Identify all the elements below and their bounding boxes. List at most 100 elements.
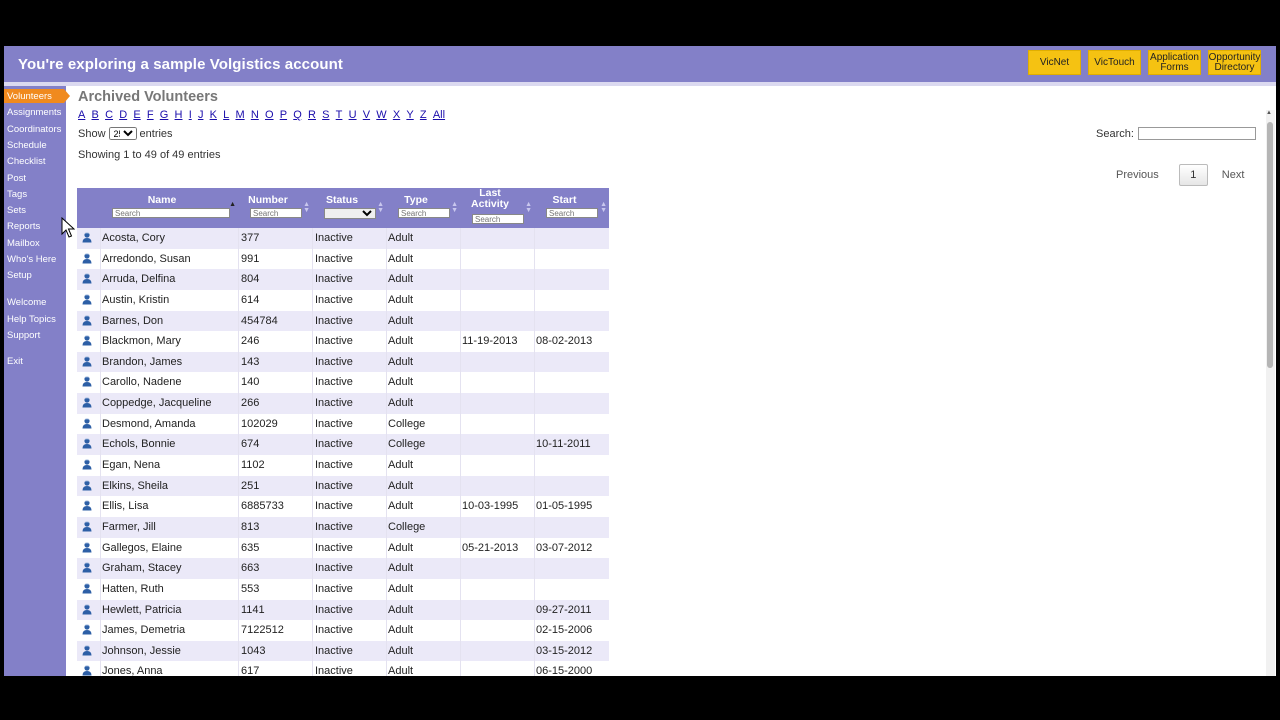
- previous-button[interactable]: Previous: [1116, 169, 1159, 181]
- volunteer-icon[interactable]: [82, 603, 92, 615]
- sidebar-item-coordinators[interactable]: Coordinators: [7, 124, 61, 135]
- alpha-link-d[interactable]: D: [119, 109, 127, 121]
- table-row[interactable]: Echols, Bonnie 674 Inactive College 10-11-20…: [77, 434, 609, 456]
- alpha-link-p[interactable]: P: [280, 109, 287, 121]
- table-row[interactable]: Brandon, James 143 Inactive Adult: [77, 351, 609, 373]
- alpha-link-e[interactable]: E: [133, 109, 140, 121]
- column-type[interactable]: Type ▲▼: [386, 188, 460, 228]
- table-row[interactable]: Hewlett, Patricia 1141 Inactive Adult 09-27-…: [77, 599, 609, 621]
- alpha-link-y[interactable]: Y: [406, 109, 413, 121]
- alpha-link-w[interactable]: W: [376, 109, 386, 121]
- alpha-link-h[interactable]: H: [175, 109, 183, 121]
- sidebar-item-setup[interactable]: Setup: [7, 270, 32, 281]
- volunteer-icon[interactable]: [82, 438, 92, 449]
- table-row[interactable]: Gallegos, Elaine 635 Inactive Adult 05-21-20…: [77, 537, 609, 559]
- scroll-up-icon[interactable]: ▲: [1266, 110, 1272, 116]
- vicnet-button[interactable]: VicNet: [1028, 50, 1081, 75]
- alpha-link-g[interactable]: G: [160, 109, 169, 121]
- column-status[interactable]: Status ▲ ▼: [312, 188, 386, 228]
- alpha-link-x[interactable]: X: [393, 109, 400, 121]
- volunteer-icon[interactable]: [82, 335, 92, 346]
- table-row[interactable]: Arredondo, Susan 991 Inactive Adult: [77, 248, 609, 270]
- alpha-link-s[interactable]: S: [322, 109, 329, 121]
- volunteer-icon[interactable]: [82, 665, 92, 676]
- sidebar-item-reports[interactable]: Reports: [7, 221, 40, 232]
- table-row[interactable]: Arruda, Delfina 804 Inactive Adult: [77, 269, 609, 290]
- sidebar-item-welcome[interactable]: Welcome: [7, 297, 46, 308]
- alpha-link-t[interactable]: T: [336, 109, 343, 121]
- table-row[interactable]: Austin, Kristin 614 Inactive Adult: [77, 289, 609, 311]
- alpha-link-q[interactable]: Q: [293, 109, 302, 121]
- column-start[interactable]: Start ▲▼: [534, 188, 609, 228]
- alpha-link-n[interactable]: N: [251, 109, 259, 121]
- sidebar-item-volunteers[interactable]: Volunteers: [7, 91, 52, 102]
- volunteer-icon[interactable]: [82, 624, 92, 635]
- volunteer-icon[interactable]: [82, 459, 92, 470]
- table-row[interactable]: James, Demetria 7122512 Inactive Adult 02-15…: [77, 620, 609, 641]
- table-row[interactable]: Graham, Stacey 663 Inactive Adult: [77, 558, 609, 579]
- status-filter-select[interactable]: [324, 208, 376, 219]
- page-1-button[interactable]: 1: [1178, 164, 1208, 186]
- page-length-select[interactable]: 250: [108, 127, 137, 140]
- alpha-link-a[interactable]: A: [78, 109, 85, 121]
- volunteer-icon[interactable]: [82, 500, 92, 511]
- volunteer-icon[interactable]: [82, 356, 92, 367]
- alpha-link-k[interactable]: K: [210, 109, 217, 121]
- volunteer-icon[interactable]: [82, 314, 92, 326]
- volunteer-icon[interactable]: [82, 645, 92, 656]
- table-row[interactable]: Jones, Anna 617 Inactive Adult 06-15-2000: [77, 661, 609, 676]
- table-row[interactable]: Hatten, Ruth 553 Inactive Adult: [77, 578, 609, 600]
- last-activity-search-input[interactable]: [472, 214, 524, 224]
- type-search-input[interactable]: [398, 208, 450, 218]
- sidebar-item-checklist[interactable]: Checklist: [7, 156, 46, 167]
- table-row[interactable]: Carollo, Nadene 140 Inactive Adult: [77, 372, 609, 394]
- opportunity-directory-button[interactable]: Opportunity Directory: [1208, 50, 1261, 75]
- search-input[interactable]: [1137, 127, 1256, 140]
- volunteer-icon[interactable]: [82, 294, 92, 305]
- sidebar-item-support[interactable]: Support: [7, 330, 40, 341]
- volunteer-icon[interactable]: [82, 480, 92, 491]
- alpha-link-r[interactable]: R: [308, 109, 316, 121]
- table-row[interactable]: Elkins, Sheila 251 Inactive Adult: [77, 475, 609, 497]
- sidebar-item-help-topics[interactable]: Help Topics: [7, 314, 56, 325]
- alpha-link-l[interactable]: L: [223, 109, 229, 121]
- volunteer-icon[interactable]: [82, 418, 92, 429]
- volunteer-icon[interactable]: [82, 273, 92, 284]
- alpha-link-z[interactable]: Z: [420, 109, 427, 121]
- alpha-link-v[interactable]: V: [363, 109, 370, 121]
- table-row[interactable]: Johnson, Jessie 1043 Inactive Adult 03-15-20…: [77, 640, 609, 662]
- alpha-link-c[interactable]: C: [105, 109, 113, 121]
- start-search-input[interactable]: [546, 208, 598, 218]
- table-row[interactable]: Acosta, Cory 377 Inactive Adult: [77, 228, 609, 249]
- alpha-link-m[interactable]: M: [235, 109, 244, 121]
- sidebar-item-exit[interactable]: Exit: [7, 356, 23, 367]
- volunteer-icon[interactable]: [82, 562, 92, 573]
- alpha-link-o[interactable]: O: [265, 109, 274, 121]
- volunteer-icon[interactable]: [82, 232, 92, 243]
- alpha-link-all[interactable]: All: [433, 109, 445, 121]
- sidebar-item-sets[interactable]: Sets: [7, 205, 26, 216]
- table-row[interactable]: Blackmon, Mary 246 Inactive Adult 11-19-2013…: [77, 331, 609, 352]
- sidebar-item-assignments[interactable]: Assignments: [7, 107, 61, 118]
- volunteer-icon[interactable]: [82, 521, 92, 532]
- volunteer-icon[interactable]: [82, 253, 92, 264]
- column-last-activity[interactable]: LastActivity ▲▼: [460, 188, 534, 228]
- alpha-link-j[interactable]: J: [198, 109, 204, 121]
- sidebar-item-mailbox[interactable]: Mailbox: [7, 238, 40, 249]
- next-button[interactable]: Next: [1222, 169, 1245, 181]
- table-row[interactable]: Coppedge, Jacqueline 266 Inactive Adult: [77, 393, 609, 414]
- table-row[interactable]: Egan, Nena 1102 Inactive Adult: [77, 455, 609, 476]
- table-row[interactable]: Desmond, Amanda 102029 Inactive College: [77, 413, 609, 435]
- table-row[interactable]: Barnes, Don 454784 Inactive Adult: [77, 310, 609, 332]
- alpha-link-f[interactable]: F: [147, 109, 154, 121]
- volunteer-icon[interactable]: [82, 583, 92, 594]
- column-name[interactable]: Name ▲: [100, 188, 238, 228]
- volunteer-icon[interactable]: [82, 542, 92, 553]
- alpha-link-i[interactable]: I: [189, 109, 192, 121]
- sidebar-item-post[interactable]: Post: [7, 173, 26, 184]
- sidebar-item-tags[interactable]: Tags: [7, 189, 27, 200]
- application-forms-button[interactable]: Application Forms: [1148, 50, 1201, 75]
- scrollbar-thumb[interactable]: [1267, 122, 1273, 368]
- table-row[interactable]: Farmer, Jill 813 Inactive College: [77, 516, 609, 538]
- table-row[interactable]: Ellis, Lisa 6885733 Inactive Adult 10-03-199…: [77, 496, 609, 517]
